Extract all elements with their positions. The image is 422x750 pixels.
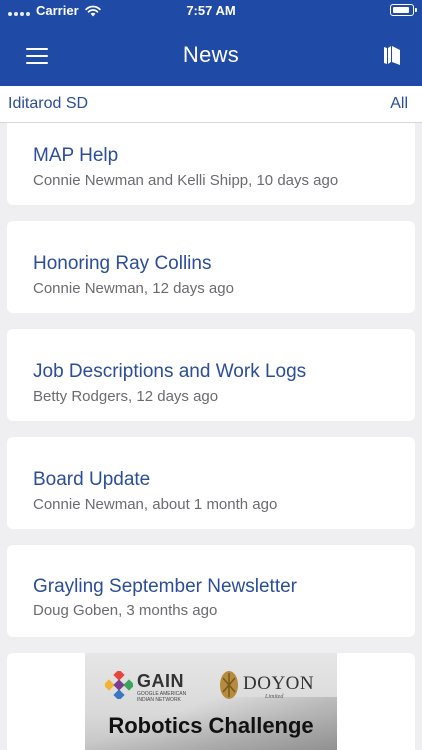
all-filter-button[interactable]: All [390,95,408,113]
news-title: Honoring Ray Collins [33,253,212,274]
banner-headline: Robotics Challenge [108,713,314,738]
battery-icon [390,4,417,16]
news-title: Grayling September Newsletter [33,576,297,597]
page-title: News [182,42,240,67]
district-selector[interactable]: Iditarod SD [8,95,88,113]
doyon-wordmark: DOYON [243,673,315,694]
status-bar: Carrier 7:57 AM [0,0,422,22]
news-title: Job Descriptions and Work Logs [33,361,307,382]
news-title: Board Update [33,469,151,490]
news-meta: Connie Newman, 12 days ago [33,280,234,297]
status-time: 7:57 AM [186,3,236,18]
news-list: MAP Help Connie Newman and Kelli Shipp, … [0,123,422,750]
news-meta: Connie Newman, about 1 month ago [33,496,278,513]
doyon-logo-icon [220,671,238,699]
gain-subtitle: GOOGLE AMERICAN INDIAN NETWORK [137,691,187,703]
news-meta: Doug Goben, 3 months ago [33,602,218,619]
news-card[interactable]: Grayling September Newsletter Doug Goben… [7,545,415,637]
news-meta: Connie Newman and Kelli Shipp, 10 days a… [33,172,339,189]
district-filter-bar: Iditarod SD All [0,86,422,123]
banner-image: GAIN GOOGLE AMERICAN INDIAN NETWORK DOYO… [85,653,337,750]
news-screen: Carrier 7:57 AM News Iditarod SD All MAP… [0,0,422,750]
doyon-subtitle: Limited [265,694,284,700]
gain-logo-icon [105,671,133,699]
news-card[interactable]: MAP Help Connie Newman and Kelli Shipp, … [7,123,415,205]
nav-bar: News [0,22,422,86]
gain-wordmark: GAIN [137,671,184,691]
news-card[interactable]: Job Descriptions and Work Logs Betty Rod… [7,329,415,421]
news-title: MAP Help [33,145,119,166]
news-card-banner[interactable]: GAIN GOOGLE AMERICAN INDIAN NETWORK DOYO… [7,653,415,750]
top-bar: Carrier 7:57 AM News [0,0,422,86]
news-meta: Betty Rodgers, 12 days ago [33,388,219,405]
news-card[interactable]: Honoring Ray Collins Connie Newman, 12 d… [7,221,415,313]
book-icon[interactable] [382,44,402,66]
news-card[interactable]: Board Update Connie Newman, about 1 mont… [7,437,415,529]
